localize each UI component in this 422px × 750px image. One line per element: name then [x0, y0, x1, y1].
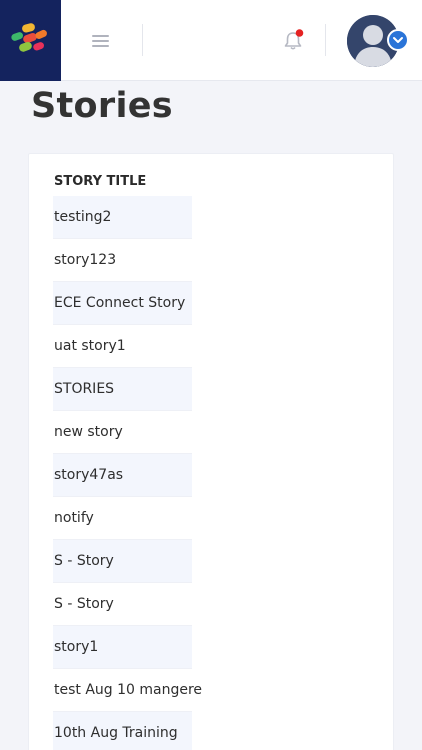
table-row[interactable]: story47as [53, 454, 192, 497]
table-row[interactable]: story1 [53, 626, 192, 669]
table-row[interactable]: test Aug 10 mangere [53, 669, 202, 712]
header-divider [325, 24, 326, 56]
logo-icon [11, 23, 47, 52]
table-row[interactable]: ECE Connect Story [53, 282, 192, 325]
chevron-down-icon[interactable] [387, 29, 409, 51]
table-row[interactable]: notify [53, 497, 192, 540]
top-bar [0, 0, 422, 81]
table-row[interactable]: testing2 [53, 196, 192, 239]
table-row[interactable]: STORIES [53, 368, 192, 411]
table-row[interactable]: new story [53, 411, 192, 454]
logo[interactable] [0, 0, 61, 81]
hamburger-menu-icon[interactable] [88, 30, 114, 52]
table-row[interactable]: S - Story [53, 540, 192, 583]
stories-table-card: STORY TITLE testing2 story123 ECE Connec… [28, 153, 394, 750]
user-menu[interactable] [347, 15, 409, 67]
table-row[interactable]: 10th Aug Training [53, 712, 192, 750]
table-row[interactable]: uat story1 [53, 325, 192, 368]
notification-bell-button[interactable] [280, 28, 306, 54]
column-header-story-title: STORY TITLE [54, 174, 147, 189]
stories-list: testing2 story123 ECE Connect Story uat … [53, 196, 202, 750]
bell-icon [284, 29, 304, 50]
header-divider [142, 24, 143, 56]
table-row[interactable]: S - Story [53, 583, 192, 626]
table-row[interactable]: story123 [53, 239, 192, 282]
page-title: Stories [31, 86, 173, 126]
